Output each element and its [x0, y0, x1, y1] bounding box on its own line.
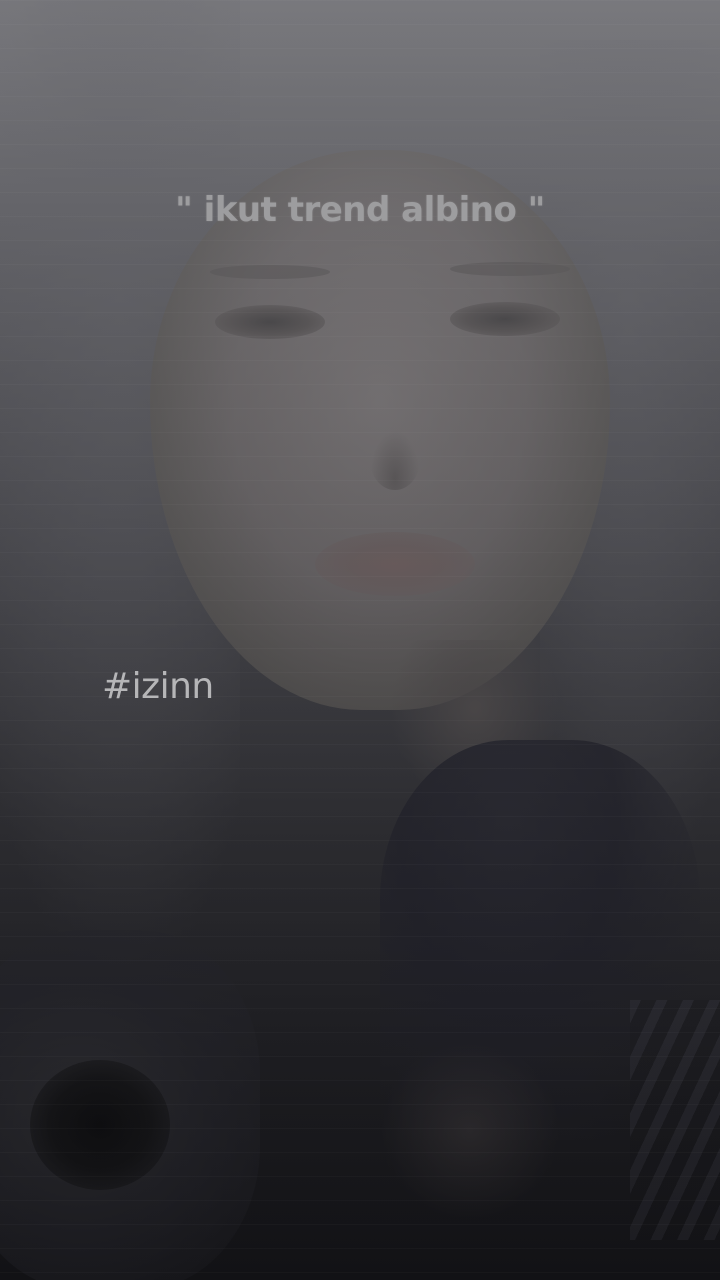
story-screen: " ikut trend albino " #izinn — [0, 0, 720, 1280]
caption-text: " ikut trend albino " — [175, 190, 545, 230]
hashtag-text: #izinn — [102, 666, 214, 707]
